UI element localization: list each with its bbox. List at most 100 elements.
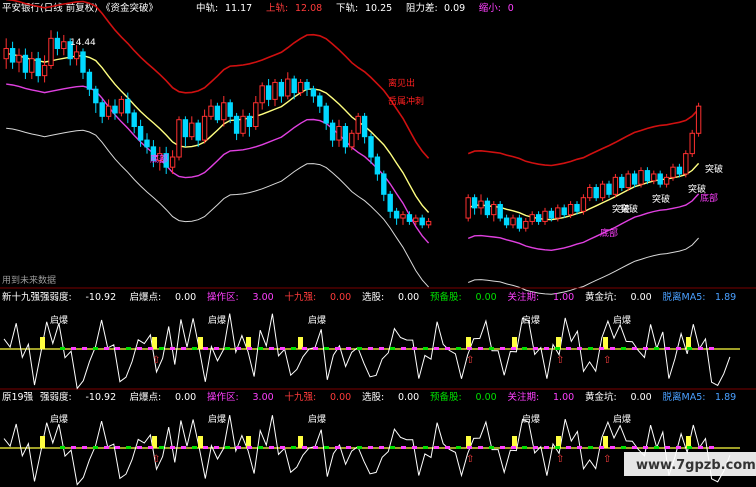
p2-plot-zone-mark — [522, 446, 527, 449]
candle-candle — [285, 78, 291, 97]
main-annotation-6: 底部 — [600, 227, 618, 239]
p1-plot-zone-mark — [467, 347, 472, 350]
candle2-candle — [593, 187, 599, 199]
candle2-candle — [465, 197, 471, 219]
p2-items-value-6: 1.00 — [553, 392, 574, 403]
p2-plot-zone-mark — [423, 446, 428, 449]
p2-items-label-8: 脱离MA5: — [663, 391, 706, 403]
p1-plot-zone-mark — [544, 347, 549, 350]
candle-candle — [176, 119, 182, 158]
candle-candle — [329, 122, 336, 141]
price-peak-label: 14.44 — [70, 38, 96, 48]
p1-plot-zone-mark — [313, 347, 318, 350]
candle2-candle — [619, 176, 625, 189]
candle-candle — [393, 210, 400, 219]
candle-candle — [35, 58, 41, 77]
p2-plot-up-arrow: ⇧ — [603, 454, 611, 465]
p1-plot-up-arrow: ⇧ — [152, 355, 160, 366]
candle-candle — [419, 217, 425, 226]
p1-items-value-1: 0.00 — [175, 292, 196, 303]
p1-plot-zone-mark — [654, 347, 659, 350]
candle2-candle — [471, 197, 478, 209]
p2-plot-signal-bar — [40, 436, 45, 448]
seg1-support-line — [6, 127, 429, 288]
candle2-candle — [567, 203, 574, 216]
p1-plot-zone-mark — [643, 347, 648, 350]
p2-plot-zone-mark — [324, 446, 329, 449]
candle2-candle — [612, 176, 619, 195]
p1-items-label-5: 预备股: — [430, 291, 462, 303]
p2-plot-burst-label-0: 启爆 — [50, 413, 68, 425]
p2-plot-zone-mark — [280, 446, 285, 449]
main-annotation-2: 突破 — [652, 193, 670, 205]
p1-plot-zone-mark — [379, 347, 384, 350]
candle-candle — [291, 78, 297, 94]
p1-items-value-6: 1.00 — [553, 292, 574, 303]
candle-candle — [240, 115, 246, 134]
p2-plot-zone-mark — [632, 446, 637, 449]
candle-candle — [310, 88, 317, 97]
p2-items-label-2: 操作区: — [207, 391, 239, 403]
candle-candle — [233, 115, 240, 134]
p2-items-value-8: 1.89 — [715, 392, 736, 403]
p2-plot-zone-mark — [445, 446, 450, 449]
p1-plot-zone-mark — [577, 347, 582, 350]
p1-plot-up-arrow: ⇧ — [466, 355, 474, 366]
p2-plot-zone-mark — [357, 446, 362, 449]
candle2-candle — [561, 207, 567, 216]
candle-candle — [413, 217, 419, 222]
main-annotation-8: 离见出 — [388, 77, 415, 89]
header-label-1: 上轨: — [266, 2, 288, 14]
p2-plot-zone-mark — [555, 446, 560, 449]
candle-candle — [118, 98, 125, 114]
candle-candle — [349, 132, 355, 148]
watermark[interactable]: www.7gpzb.com — [636, 458, 756, 473]
candle-candle — [323, 105, 329, 124]
p1-items-label-7: 黄金坑: — [585, 291, 617, 303]
p1-plot-zone-mark — [203, 347, 208, 350]
p2-plot-zone-mark — [533, 446, 538, 449]
candle-candle — [246, 115, 253, 127]
p1-plot-zone-mark — [665, 347, 670, 350]
panel2-indicators: 强弱度: -10.92 启爆点: 0.00 操作区: 3.00 十九强: 0.00 选股: 0.0… — [40, 391, 736, 403]
p1-plot-zone-mark — [445, 347, 450, 350]
p1-plot-zone-mark — [159, 347, 164, 350]
candle2-candle — [695, 105, 702, 134]
candle-candle — [112, 105, 118, 114]
main-annotation-7: 底部 — [700, 192, 718, 204]
p1-plot-zone-mark — [104, 347, 109, 350]
candle-candle — [189, 122, 195, 138]
header-label-3: 阻力差: — [406, 2, 438, 14]
p2-plot-zone-mark — [170, 446, 175, 449]
p1-plot-zone-mark — [412, 347, 417, 350]
p2-plot-zone-mark — [60, 446, 65, 449]
p2-plot-zone-mark — [709, 446, 714, 449]
candle-candle — [9, 48, 16, 63]
p1-plot-zone-mark — [687, 347, 692, 350]
p2-plot-zone-mark — [544, 446, 549, 449]
p1-plot-zone-mark — [335, 347, 340, 350]
candle2-candle — [535, 214, 542, 222]
p1-plot-zone-mark — [93, 347, 98, 350]
p1-plot-signal-bar — [198, 337, 203, 349]
p1-plot-zone-mark — [533, 347, 538, 350]
p2-plot-zone-mark — [82, 446, 87, 449]
header-value-4: 0 — [508, 3, 514, 14]
p2-plot-zone-mark — [313, 446, 318, 449]
p1-items-value-0: -10.92 — [86, 292, 117, 303]
p1-items-value-4: 0.00 — [398, 292, 419, 303]
panel2-title: 原19强 — [2, 392, 34, 403]
candle2-candle — [599, 183, 606, 199]
candle2-candle — [484, 200, 491, 216]
p1-plot-zone-mark — [324, 347, 329, 350]
p2-plot-zone-mark — [192, 446, 197, 449]
candle-candle — [342, 126, 349, 148]
p1-plot-zone-mark — [181, 347, 186, 350]
p1-plot-zone-mark — [511, 347, 516, 350]
p1-plot-burst-label-8: 启爆 — [613, 314, 631, 326]
stock-chart: 平安银行(日线 前复权) 《资金突破》 中轨: 11.17 上轨: 12.08 下轨: 1… — [0, 0, 756, 486]
p2-plot-zone-mark — [137, 446, 142, 449]
p1-plot-zone-mark — [489, 347, 494, 350]
p2-plot-zone-mark — [577, 446, 582, 449]
candle-candle — [297, 81, 304, 94]
